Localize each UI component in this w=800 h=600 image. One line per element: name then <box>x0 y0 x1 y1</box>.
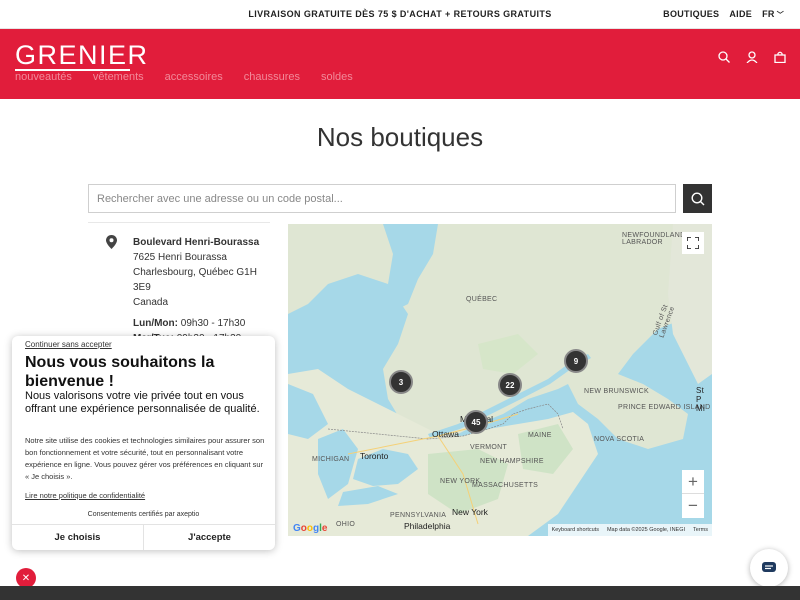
map-cluster-marker[interactable]: 3 <box>389 370 413 394</box>
nav-item-sale[interactable]: soldes <box>321 71 353 83</box>
keyboard-shortcuts-link[interactable]: Keyboard shortcuts <box>552 527 599 533</box>
cookie-consent-dialog: Continuer sans accepter Nous vous souhai… <box>12 336 275 550</box>
nav-item-accessories[interactable]: accessoires <box>165 71 223 83</box>
region-label: MICHIGAN <box>312 456 350 463</box>
chat-icon <box>762 562 776 572</box>
store-list: Boulevard Henri-Bourassa 7625 Henri Bour… <box>88 222 270 342</box>
region-label: NEW HAMPSHIRE <box>480 458 544 465</box>
nav-item-new[interactable]: nouveautés <box>15 71 72 83</box>
map-attribution: Keyboard shortcuts Map data ©2025 Google… <box>547 524 712 536</box>
map-cluster-marker[interactable]: 45 <box>464 410 488 434</box>
close-icon: ✕ <box>21 572 31 584</box>
map-cluster-marker[interactable]: 9 <box>564 349 588 373</box>
city-label: New York <box>452 507 488 517</box>
store-card[interactable]: Boulevard Henri-Bourassa 7625 Henri Bour… <box>133 235 270 342</box>
search-icon[interactable] <box>718 51 730 63</box>
main-nav: nouveautés vêtements accessoires chaussu… <box>15 71 353 83</box>
region-label: QUÉBEC <box>466 296 498 303</box>
hours-day: Lun/Mon: <box>133 318 178 329</box>
store-search-input[interactable] <box>88 184 676 213</box>
chat-button[interactable] <box>750 549 788 587</box>
map-data-text: Map data ©2025 Google, INEGI <box>606 527 686 533</box>
city-label: Ottawa <box>432 429 459 439</box>
location-pin-icon <box>106 235 117 254</box>
fullscreen-icon <box>687 237 699 249</box>
consent-body: Notre site utilise des cookies et techno… <box>25 436 265 481</box>
continue-without-accepting-link[interactable]: Continuer sans accepter <box>25 340 112 349</box>
consent-buttons: Je choisis J'accepte <box>12 524 275 550</box>
stores-link[interactable]: BOUTIQUES <box>663 9 719 20</box>
utility-nav: BOUTIQUES AIDE FR ﹀ <box>663 9 784 20</box>
zoom-controls: + − <box>682 470 704 518</box>
page-title: Nos boutiques <box>316 122 484 152</box>
store-city: Charlesbourg, Québec G1H 3E9 <box>133 267 257 293</box>
consent-close-button[interactable]: ✕ <box>16 568 36 588</box>
region-label: NEW BRUNSWICK <box>584 388 649 395</box>
account-icon[interactable] <box>746 51 758 63</box>
nav-item-clothing[interactable]: vêtements <box>93 71 144 83</box>
store-country: Canada <box>133 297 169 308</box>
accept-button[interactable]: J'accepte <box>144 525 275 550</box>
store-street: 7625 Henri Bourassa <box>133 252 227 263</box>
region-label: NOVA SCOTIA <box>594 436 645 443</box>
city-label: Toronto <box>360 451 389 461</box>
region-label: PENNSYLVANIA <box>390 512 447 519</box>
map-cluster-marker[interactable]: 22 <box>498 373 522 397</box>
fullscreen-button[interactable] <box>682 232 704 254</box>
header-icons <box>718 51 786 63</box>
hours-time: 09h30 - 17h30 <box>180 318 246 329</box>
city-label: Philadelphia <box>404 521 451 531</box>
region-label: St P Mi <box>696 386 706 413</box>
choose-button[interactable]: Je choisis <box>12 525 144 550</box>
search-button[interactable] <box>683 184 712 213</box>
zoom-out-button[interactable]: − <box>682 494 704 518</box>
language-selector[interactable]: FR ﹀ <box>762 9 784 20</box>
brand-logo[interactable]: GRENIER <box>15 40 149 71</box>
footer-bar <box>0 586 800 600</box>
privacy-policy-link[interactable]: Lire notre politique de confidentialité <box>25 491 145 500</box>
consent-title: Nous vous souhaitons la bienvenue ! <box>25 354 215 390</box>
help-link[interactable]: AIDE <box>729 9 752 20</box>
store-name: Boulevard Henri-Bourassa <box>133 237 260 248</box>
region-label: VERMONT <box>470 444 508 451</box>
google-logo: Google <box>293 523 328 534</box>
region-label: MASSACHUSETTS <box>472 482 539 489</box>
region-label: OHIO <box>336 521 356 528</box>
language-label: FR <box>762 9 775 19</box>
region-label: NEW YORK <box>440 478 481 485</box>
site-header: GRENIER nouveautés vêtements accessoires… <box>0 29 800 99</box>
axeptio-certification: Consentements certifiés par axeptio <box>87 511 200 518</box>
chevron-down-icon: ﹀ <box>776 12 784 19</box>
cart-icon[interactable] <box>774 51 786 63</box>
terms-link[interactable]: Terms <box>693 527 708 533</box>
zoom-in-button[interactable]: + <box>682 470 704 494</box>
announcement-bar: LIVRAISON GRATUITE DÈS 75 $ D'ACHAT + RE… <box>0 0 800 29</box>
consent-lead: Nous valorisons votre vie privée tout en… <box>25 390 260 415</box>
region-label: MAINE <box>528 432 552 439</box>
search-icon <box>690 191 704 205</box>
store-map[interactable]: NEWFOUNDLAND AND LABRADOR QUÉBEC NEW BRU… <box>288 224 712 536</box>
nav-item-shoes[interactable]: chaussures <box>244 71 300 83</box>
